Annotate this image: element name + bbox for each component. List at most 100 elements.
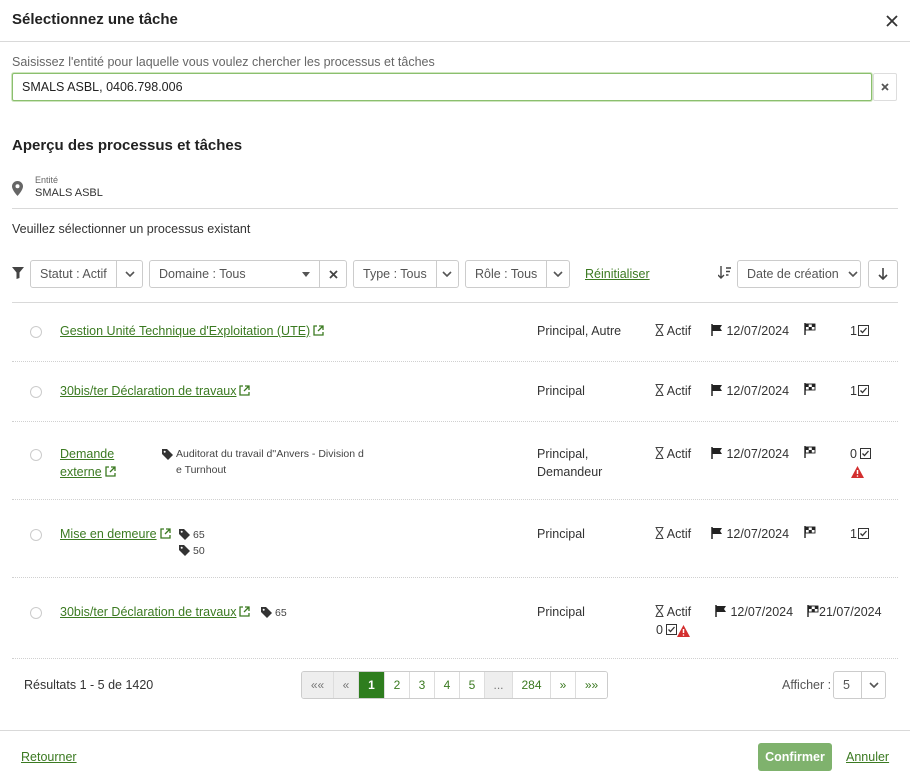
reset-filters-link[interactable]: Réinitialiser (585, 267, 650, 281)
start-date-cell: 12/07/2024 (711, 384, 789, 398)
chevron-down-icon (861, 672, 885, 698)
back-link[interactable]: Retourner (21, 750, 77, 764)
row-radio[interactable] (30, 607, 42, 619)
instruction-text: Veuillez sélectionner un processus exist… (12, 222, 251, 236)
checkered-flag-icon (804, 383, 816, 395)
chevron-down-icon[interactable] (116, 261, 142, 287)
cancel-link[interactable]: Annuler (846, 750, 889, 764)
tag-icon (179, 529, 190, 540)
process-link[interactable]: 30bis/ter Déclaration de travaux (60, 605, 251, 619)
page-button[interactable]: 5 (460, 672, 485, 698)
row-radio[interactable] (30, 529, 42, 541)
table-row[interactable]: Mise en demeure 65 50 Principal Actif 12… (12, 501, 898, 578)
role-filter[interactable]: Rôle : Tous (465, 260, 570, 288)
end-date-cell: 21/07/2024 (807, 605, 882, 619)
entity-divider (12, 208, 898, 209)
chevron-down-icon (848, 271, 860, 277)
hourglass-icon (655, 446, 664, 460)
task-count: 1 (850, 384, 869, 398)
hourglass-icon (655, 526, 664, 540)
page-size-select[interactable]: 5 (833, 671, 886, 699)
clear-search-button[interactable] (873, 73, 897, 101)
entity-search-input[interactable] (12, 73, 872, 101)
row-radio[interactable] (30, 386, 42, 398)
checkbox-checked-icon (857, 385, 869, 396)
tag-label: 50 (193, 545, 205, 557)
table-row[interactable]: Gestion Unité Technique d'Exploitation (… (12, 303, 898, 362)
start-date-cell: 12/07/2024 (711, 324, 789, 338)
page-button[interactable]: 4 (435, 672, 460, 698)
hourglass-icon (655, 604, 664, 618)
process-link[interactable]: Gestion Unité Technique d'Exploitation (… (60, 324, 324, 338)
page-ellipsis: ... (485, 672, 513, 698)
header-divider (0, 41, 910, 42)
role-cell: Principal (537, 605, 585, 619)
tag-label: 65 (193, 529, 205, 541)
filter-icon (12, 267, 24, 279)
confirm-button[interactable]: Confirmer (758, 743, 832, 771)
checkbox-checked-icon (857, 325, 869, 336)
tag-icon (162, 449, 173, 460)
entity-name: SMALS ASBL (35, 187, 103, 199)
page-button[interactable]: 3 (410, 672, 435, 698)
footer-divider (0, 730, 910, 731)
table-row[interactable]: 30bis/ter Déclaration de travaux 65 Prin… (12, 579, 898, 659)
status-cell: Actif (655, 383, 691, 398)
process-link[interactable]: Demande (60, 447, 114, 461)
caret-down-icon[interactable] (293, 271, 319, 277)
location-pin-icon (12, 181, 23, 196)
table-row[interactable]: Demande externe Auditorat du travail d''… (12, 423, 898, 500)
page-size-value: 5 (843, 678, 850, 692)
role-cell: Principal (537, 384, 585, 398)
type-filter[interactable]: Type : Tous (353, 260, 459, 288)
process-link[interactable]: 30bis/ter Déclaration de travaux (60, 384, 251, 398)
row-radio[interactable] (30, 449, 42, 461)
first-page-button[interactable]: «« (302, 672, 334, 698)
sort-icon[interactable] (718, 266, 732, 280)
process-link-line2[interactable]: externe (60, 465, 116, 479)
external-link-icon (105, 466, 116, 477)
task-count: 0 (850, 447, 872, 461)
process-link[interactable]: Mise en demeure (60, 527, 171, 541)
clear-icon (881, 83, 889, 91)
page-button[interactable]: 1 (359, 672, 385, 698)
sort-select[interactable]: Date de création (737, 260, 861, 288)
clear-domaine-button[interactable] (319, 261, 346, 287)
statut-filter-label: Statut : Actif (40, 267, 107, 281)
status-cell: Actif (655, 526, 691, 541)
task-count: 0 (656, 623, 678, 637)
role-filter-label: Rôle : Tous (475, 267, 538, 281)
table-row[interactable]: 30bis/ter Déclaration de travaux Princip… (12, 363, 898, 422)
external-link-icon (239, 385, 251, 396)
last-page-button[interactable]: »» (576, 672, 607, 698)
tag-icon (179, 545, 190, 556)
tag-icon (261, 607, 272, 618)
tag-label: Auditorat du travail d''Anvers - Divisio… (176, 448, 364, 460)
last-page-number-button[interactable]: 284 (513, 672, 551, 698)
role-cell: Principal (537, 527, 585, 541)
page-button[interactable]: 2 (385, 672, 410, 698)
statut-filter[interactable]: Statut : Actif (30, 260, 143, 288)
modal-title: Sélectionnez une tâche (12, 11, 178, 28)
checkered-flag-icon (804, 526, 816, 538)
flag-icon (711, 527, 722, 539)
tag-label: 65 (275, 607, 287, 619)
close-icon[interactable] (882, 11, 902, 31)
task-count: 1 (850, 324, 869, 338)
row-radio[interactable] (30, 326, 42, 338)
prev-page-button[interactable]: « (334, 672, 359, 698)
external-link-icon (159, 528, 171, 539)
entity-caption: Entité (35, 175, 59, 185)
status-cell: Actif (655, 604, 691, 619)
task-count: 1 (850, 527, 869, 541)
chevron-down-icon[interactable] (546, 261, 569, 287)
role-cell: Principal, (537, 447, 589, 461)
start-date-cell: 12/07/2024 (711, 527, 789, 541)
chevron-down-icon[interactable] (435, 261, 458, 287)
sort-direction-button[interactable] (868, 260, 898, 288)
next-page-button[interactable]: » (551, 672, 576, 698)
warning-icon (851, 466, 864, 478)
role-cell-line2: Demandeur (537, 465, 603, 479)
domaine-filter[interactable]: Domaine : Tous (149, 260, 347, 288)
warning-icon (677, 625, 690, 637)
